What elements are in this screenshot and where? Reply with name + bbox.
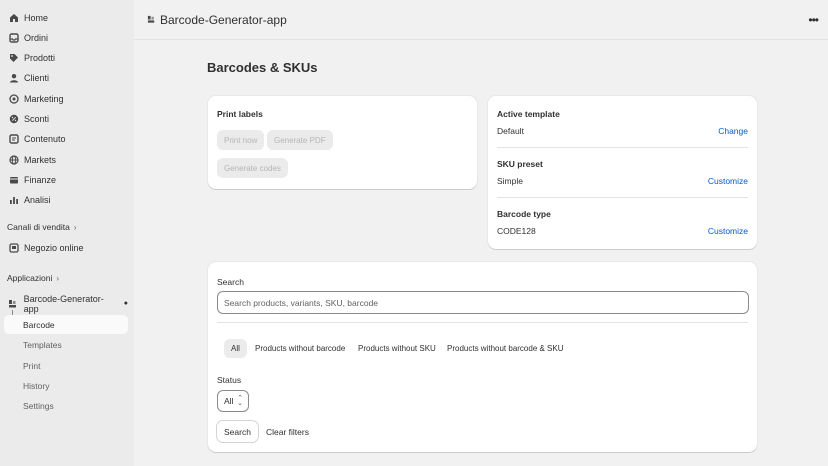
print-labels-title: Print labels (217, 109, 263, 119)
tab-without-sku[interactable]: Products without SKU (351, 339, 443, 358)
active-template-value: Default (497, 126, 524, 136)
customize-barcode-link[interactable]: Customize (708, 226, 748, 236)
divider (217, 322, 748, 323)
clear-filters-button[interactable]: Clear filters (261, 421, 314, 442)
sales-channels-label: Canali di vendita (7, 222, 70, 232)
person-icon (8, 72, 19, 83)
barcode-type-title: Barcode type (497, 209, 551, 219)
search-button[interactable]: Search (217, 421, 258, 442)
sub-item-label: Settings (23, 400, 54, 411)
nav-label: Barcode-Generator-app (23, 293, 104, 314)
tab-without-barcode[interactable]: Products without barcode (248, 339, 352, 358)
sub-item-label: Barcode (23, 319, 55, 330)
apps-label: Applicazioni (7, 273, 53, 283)
divider (497, 147, 748, 148)
sidebar: Home Ordini Prodotti Clienti Marketing S… (0, 0, 134, 466)
customize-sku-link[interactable]: Customize (708, 176, 748, 186)
barcode-type-value: CODE128 (497, 226, 536, 236)
sub-item-barcode[interactable]: Barcode (4, 315, 128, 334)
content-icon (8, 133, 19, 144)
store-icon (8, 242, 19, 253)
nav-finanze[interactable]: Finanze (4, 170, 128, 189)
discount-icon (8, 113, 19, 124)
search-input[interactable] (217, 291, 749, 314)
nav-home[interactable]: Home (4, 8, 128, 27)
nav-ordini[interactable]: Ordini (4, 28, 128, 47)
nav-sconti[interactable]: Sconti (4, 109, 128, 128)
nav-barcode-generator-app[interactable]: Barcode-Generator-app ● (4, 293, 128, 314)
change-template-link[interactable]: Change (718, 126, 748, 136)
template-settings-card: Active template Default Change SKU prese… (488, 96, 757, 249)
search-label: Search (217, 277, 244, 287)
divider (497, 197, 748, 198)
sub-item-templates[interactable]: Templates (4, 335, 128, 354)
apps-header[interactable]: Applicazioni › (7, 273, 59, 283)
status-select[interactable]: All ⌃ ⌄ (217, 390, 249, 412)
nav-contenuto[interactable]: Contenuto (4, 129, 128, 148)
bank-icon (8, 174, 19, 185)
tab-all[interactable]: All (224, 339, 247, 358)
tab-without-barcode-and-sku[interactable]: Products without barcode & SKU (440, 339, 571, 358)
home-icon (8, 12, 19, 23)
sub-item-label: Print (23, 360, 41, 371)
app-icon (8, 298, 19, 309)
sub-item-history[interactable]: History (4, 376, 128, 395)
nav-label: Markets (24, 154, 57, 165)
nav-label: Finanze (24, 174, 57, 185)
sub-item-print[interactable]: Print (4, 356, 128, 375)
print-labels-card: Print labels Print now Generate PDF Gene… (208, 96, 477, 189)
status-select-value: All (224, 396, 234, 406)
sku-preset-value: Simple (497, 176, 523, 186)
generate-codes-button[interactable]: Generate codes (217, 158, 288, 178)
nav-label: Home (24, 12, 49, 23)
more-actions-icon[interactable]: ••• (808, 13, 819, 27)
nav-marketing[interactable]: Marketing (4, 89, 128, 108)
target-icon (8, 93, 19, 104)
pin-dot-icon: ● (123, 300, 128, 307)
chart-icon (8, 194, 19, 205)
tag-icon (8, 52, 19, 63)
nav-label: Marketing (24, 93, 64, 104)
sales-channels-header[interactable]: Canali di vendita › (7, 222, 77, 232)
nav-label: Prodotti (24, 52, 56, 63)
nav-label: Contenuto (24, 133, 66, 144)
sub-item-label: History (23, 380, 50, 391)
nav-clienti[interactable]: Clienti (4, 68, 128, 87)
print-now-button[interactable]: Print now (217, 130, 265, 150)
nav-label: Ordini (24, 32, 49, 43)
search-card: Search All Products without barcode Prod… (208, 262, 757, 452)
app-topbar: Barcode-Generator-app ••• (134, 0, 828, 40)
nav-label: Clienti (24, 72, 50, 83)
nav-markets[interactable]: Markets (4, 150, 128, 169)
app-icon (147, 15, 155, 23)
chevron-right-icon: › (56, 273, 60, 283)
generate-pdf-button[interactable]: Generate PDF (267, 130, 333, 150)
app-title: Barcode-Generator-app (160, 12, 287, 27)
nav-analisi[interactable]: Analisi (4, 190, 128, 209)
sub-item-label: Templates (23, 339, 62, 350)
nav-label: Sconti (24, 113, 50, 124)
page-title: Barcodes & SKUs (207, 60, 318, 75)
nav-label: Analisi (24, 194, 51, 205)
nav-negozio-online[interactable]: Negozio online (4, 238, 128, 257)
chevron-right-icon: › (73, 222, 77, 232)
globe-icon (8, 154, 19, 165)
nav-prodotti[interactable]: Prodotti (4, 48, 128, 67)
sub-item-settings[interactable]: Settings (4, 396, 128, 415)
status-label: Status (217, 375, 242, 385)
select-arrows-icon: ⌃ ⌄ (237, 395, 243, 407)
active-template-title: Active template (497, 109, 560, 119)
sku-preset-title: SKU preset (497, 159, 543, 169)
inbox-icon (8, 32, 19, 43)
nav-label: Negozio online (24, 242, 84, 253)
